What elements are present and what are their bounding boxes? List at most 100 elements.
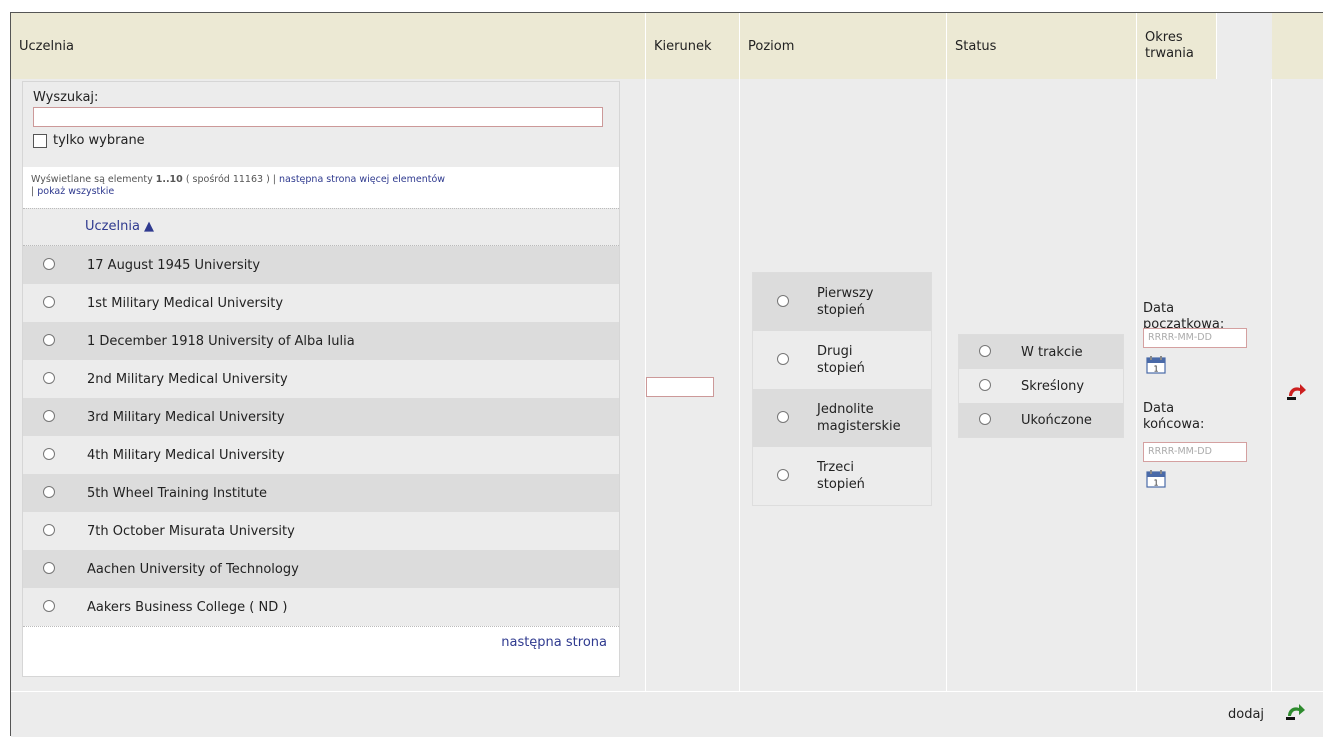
poziom-radio[interactable]	[777, 469, 789, 481]
pager: następna strona	[23, 626, 619, 661]
remove-row-icon[interactable]	[1285, 381, 1307, 403]
university-name: Aakers Business College ( ND )	[87, 599, 288, 615]
status-option[interactable]: Skreślony	[959, 369, 1123, 403]
info-range: 1..10	[155, 174, 183, 185]
poziom-radio[interactable]	[777, 353, 789, 365]
university-name: 17 August 1945 University	[87, 257, 261, 273]
header-actions	[1272, 13, 1323, 79]
status-radio[interactable]	[979, 413, 991, 425]
poziom-option[interactable]: Pierwszy stopień	[753, 273, 931, 331]
info-prefix: Wyświetlane są elementy	[31, 174, 156, 185]
university-radio[interactable]	[43, 372, 55, 384]
search-input[interactable]	[33, 107, 603, 127]
university-radio[interactable]	[43, 486, 55, 498]
next-page-link[interactable]: następna strona	[501, 635, 607, 650]
info-count: ( spośród 11163 ) |	[182, 174, 280, 185]
search-label: Wyszukaj:	[33, 90, 99, 105]
poziom-option[interactable]: Drugi stopień	[753, 331, 931, 389]
list-item[interactable]: 17 August 1945 University	[23, 246, 619, 284]
poziom-radio[interactable]	[777, 295, 789, 307]
university-search-panel: Wyszukaj: tylko wybrane Wyświetlane są e…	[22, 81, 620, 677]
list-item[interactable]: 4th Military Medical University	[23, 436, 619, 474]
poziom-label-line1: Trzeci	[817, 460, 854, 475]
only-selected-checkbox[interactable]	[33, 133, 47, 148]
list-item[interactable]: Aachen University of Technology	[23, 550, 619, 588]
list-header: Uczelnia ▲	[23, 208, 619, 246]
university-name: 2nd Military Medical University	[87, 371, 288, 387]
poziom-label-line2: magisterskie	[817, 419, 901, 434]
university-radio[interactable]	[43, 334, 55, 346]
calendar-day-text: 1	[1153, 365, 1158, 374]
info-next-link[interactable]: następna strona	[279, 174, 356, 185]
poziom-label: Pierwszy stopień	[817, 285, 873, 319]
status-options: W trakcie Skreślony Ukończone	[958, 334, 1124, 438]
poziom-label-line1: Drugi	[817, 344, 853, 359]
poziom-label-line2: stopień	[817, 361, 865, 376]
header-kierunek: Kierunek	[646, 13, 740, 79]
header-okres: Okres trwania	[1137, 13, 1217, 79]
poziom-label: Trzeci stopień	[817, 459, 865, 493]
info-more-link[interactable]: więcej elementów	[359, 174, 445, 185]
university-name: 1st Military Medical University	[87, 295, 284, 311]
search-area: Wyszukaj: tylko wybrane	[23, 82, 619, 168]
university-list: 17 August 1945 University 1st Military Me…	[23, 246, 619, 626]
only-selected-label: tylko wybrane	[53, 133, 145, 148]
university-name: 4th Military Medical University	[87, 447, 285, 463]
status-option[interactable]: W trakcie	[959, 335, 1123, 369]
poziom-label-line1: Pierwszy	[817, 286, 874, 301]
header-poziom: Poziom	[740, 13, 947, 79]
list-item[interactable]: 3rd Military Medical University	[23, 398, 619, 436]
university-name: 7th October Misurata University	[87, 523, 295, 539]
university-name: 3rd Military Medical University	[87, 409, 285, 425]
status-option[interactable]: Ukończone	[959, 403, 1123, 437]
university-radio[interactable]	[43, 410, 55, 422]
list-item[interactable]: 2nd Military Medical University	[23, 360, 619, 398]
start-date-input[interactable]: RRRR-MM-DD	[1143, 328, 1247, 348]
header-status: Status	[947, 13, 1137, 79]
poziom-label-line2: stopień	[817, 477, 865, 492]
cell-okres	[1137, 79, 1272, 691]
add-row-icon[interactable]	[1284, 701, 1306, 723]
only-selected-filter[interactable]: tylko wybrane	[33, 133, 609, 148]
add-label[interactable]: dodaj	[1228, 707, 1264, 722]
status-label: Ukończone	[1021, 413, 1092, 428]
university-radio[interactable]	[43, 562, 55, 574]
header-uczelnia: Uczelnia	[11, 13, 646, 79]
list-item[interactable]: Aakers Business College ( ND )	[23, 588, 619, 626]
university-radio[interactable]	[43, 448, 55, 460]
sort-by-uczelnia[interactable]: Uczelnia ▲	[85, 219, 154, 234]
poziom-option[interactable]: Jednolite magisterskie	[753, 389, 931, 447]
university-name: Aachen University of Technology	[87, 561, 299, 577]
end-date-label-line1: Data	[1143, 401, 1175, 416]
university-name: 5th Wheel Training Institute	[87, 485, 267, 501]
university-radio[interactable]	[43, 296, 55, 308]
end-date-input[interactable]: RRRR-MM-DD	[1143, 442, 1247, 462]
status-label: Skreślony	[1021, 379, 1085, 394]
kierunek-input[interactable]	[646, 377, 714, 397]
list-item[interactable]: 1st Military Medical University	[23, 284, 619, 322]
show-all-link[interactable]: pokaż wszystkie	[37, 186, 114, 197]
calendar-day-text: 1	[1153, 479, 1158, 488]
poziom-label-line2: stopień	[817, 303, 865, 318]
list-item[interactable]: 7th October Misurata University	[23, 512, 619, 550]
status-radio[interactable]	[979, 345, 991, 357]
calendar-icon[interactable]: 1	[1146, 470, 1166, 488]
poziom-label: Drugi stopień	[817, 343, 865, 377]
status-radio[interactable]	[979, 379, 991, 391]
calendar-icon[interactable]: 1	[1146, 356, 1166, 374]
end-date-label: Data końcowa:	[1143, 401, 1204, 433]
university-radio[interactable]	[43, 524, 55, 536]
poziom-radio[interactable]	[777, 411, 789, 423]
status-label: W trakcie	[1021, 345, 1083, 360]
start-date-label-line1: Data	[1143, 301, 1175, 316]
table-footer	[11, 691, 1323, 737]
university-name: 1 December 1918 University of Alba Iulia	[87, 333, 355, 349]
university-radio[interactable]	[43, 600, 55, 612]
list-item[interactable]: 5th Wheel Training Institute	[23, 474, 619, 512]
poziom-option[interactable]: Trzeci stopień	[753, 447, 931, 505]
results-info: Wyświetlane są elementy 1..10 ( spośród …	[23, 168, 619, 208]
university-radio[interactable]	[43, 258, 55, 270]
end-date-label-line2: końcowa:	[1143, 417, 1205, 432]
list-item[interactable]: 1 December 1918 University of Alba Iulia	[23, 322, 619, 360]
poziom-label-line1: Jednolite	[817, 402, 874, 417]
